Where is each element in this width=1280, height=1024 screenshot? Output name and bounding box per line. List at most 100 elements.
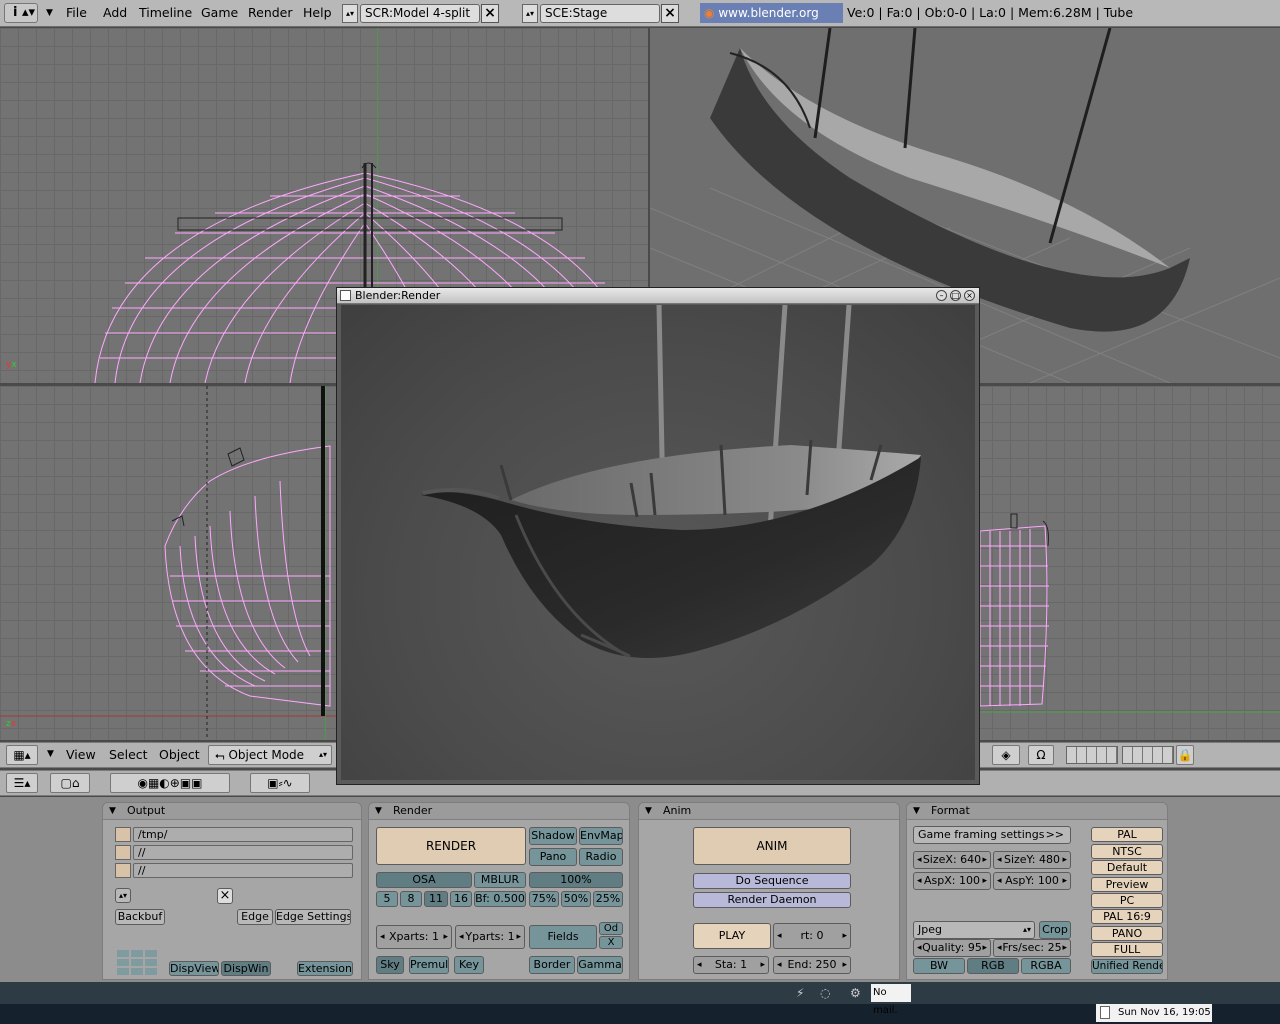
odd-field-toggle[interactable]: Od [599, 922, 623, 935]
clear-scene-link-icon[interactable]: × [217, 888, 233, 904]
extension-toggle[interactable]: Extension [297, 961, 353, 976]
preset-pal-169[interactable]: PAL 16:9 [1091, 909, 1163, 924]
edge-settings-button[interactable]: Edge Settings [275, 909, 351, 925]
rgba-toggle[interactable]: RGBA [1021, 958, 1071, 974]
size-100-toggle[interactable]: 100% [529, 872, 623, 888]
osa-8-toggle[interactable]: 8 [400, 891, 422, 907]
envmap-toggle[interactable]: EnvMap [579, 827, 623, 845]
key-toggle[interactable]: Key [454, 956, 484, 974]
quality-field[interactable]: Quality: 95 [913, 939, 991, 957]
rt-field[interactable]: rt: 0 [773, 923, 851, 949]
file-type-select[interactable]: Jpeg ▴▾ [913, 921, 1035, 939]
render-button[interactable]: RENDER [376, 827, 526, 865]
bw-toggle[interactable]: BW [913, 958, 965, 974]
scene-browse-icon[interactable]: ▴▾ [522, 4, 538, 23]
mblur-toggle[interactable]: MBLUR [474, 872, 526, 888]
menu-add[interactable]: Add [103, 3, 127, 23]
folder-icon-1[interactable] [115, 827, 131, 842]
edge-toggle[interactable]: Edge [237, 909, 273, 925]
dispview-toggle[interactable]: DispView [169, 961, 219, 976]
osa-5-toggle[interactable]: 5 [376, 891, 398, 907]
scene-link-menu[interactable]: ▴▾ [115, 888, 131, 903]
maximize-icon[interactable]: □ [950, 290, 961, 301]
fields-toggle[interactable]: Fields [529, 925, 597, 949]
aspy-field[interactable]: AspY: 100 [993, 872, 1071, 890]
do-sequence-toggle[interactable]: Do Sequence [693, 873, 851, 889]
preset-pano[interactable]: PANO [1091, 926, 1163, 941]
sizex-field[interactable]: SizeX: 640 [913, 851, 991, 869]
render-window[interactable]: Blender:Render – □ × [336, 287, 980, 785]
unified-render-toggle[interactable]: Unified Render [1091, 959, 1163, 974]
start-frame-field[interactable]: Sta: 1 [693, 956, 769, 974]
threads-grid-icon[interactable] [115, 948, 159, 976]
preset-pal[interactable]: PAL [1091, 827, 1163, 842]
proportional-edit-icon[interactable]: Ω [1028, 745, 1054, 765]
preset-pc[interactable]: PC [1091, 893, 1163, 908]
menu-select[interactable]: Select [109, 747, 148, 762]
info-window-type-icon[interactable]: i ▴▾ [4, 3, 38, 23]
menu-object[interactable]: Object [159, 747, 200, 762]
render-window-titlebar[interactable]: Blender:Render – □ × [337, 288, 979, 304]
anim-button[interactable]: ANIM [693, 827, 851, 865]
format-panel-title[interactable]: Format [907, 803, 1167, 820]
blender-site-link[interactable]: ◉ www.blender.org 230 [700, 3, 843, 40]
menu-help[interactable]: Help [303, 3, 332, 23]
osa-toggle[interactable]: OSA [376, 872, 472, 888]
backbuf-toggle[interactable]: Backbuf [115, 909, 165, 925]
mail-status[interactable]: No mail. [871, 984, 911, 1016]
tray-gear-icon[interactable]: ⚙ [850, 986, 861, 1000]
scene-context-icons[interactable]: ▣⸗∿ [250, 773, 310, 793]
osa-16-toggle[interactable]: 16 [450, 891, 472, 907]
screen-name-field[interactable]: SCR:Model 4-split [360, 4, 480, 23]
render-panel-title[interactable]: Render [369, 803, 629, 820]
layer-buttons-1[interactable] [1066, 746, 1118, 764]
border-toggle[interactable]: Border [529, 956, 575, 974]
screen-browse-icon[interactable]: ▴▾ [342, 4, 358, 23]
yparts-field[interactable]: Yparts: 1 [455, 925, 525, 949]
size-25-toggle[interactable]: 25% [593, 891, 623, 907]
menu-render[interactable]: Render [248, 3, 293, 23]
sky-toggle[interactable]: Sky [376, 956, 404, 974]
window-menu-icon[interactable] [340, 290, 351, 301]
tray-network-icon[interactable]: ⚡ [796, 986, 804, 1000]
backbuf-path-field[interactable]: // [133, 845, 353, 860]
play-button[interactable]: PLAY [693, 923, 771, 949]
scene-name-field[interactable]: SCE:Stage [540, 4, 660, 23]
output-path-field[interactable]: /tmp/ [133, 827, 353, 842]
osa-11-toggle[interactable]: 11 [424, 891, 448, 907]
editor-type-icon[interactable]: ▦▴ [6, 745, 38, 765]
end-frame-field[interactable]: End: 250 [773, 956, 851, 974]
field-x-toggle[interactable]: X [599, 936, 623, 949]
aspx-field[interactable]: AspX: 100 [913, 872, 991, 890]
pano-toggle[interactable]: Pano [529, 848, 577, 866]
close-icon[interactable]: × [964, 290, 975, 301]
fps-field[interactable]: Frs/sec: 25 [993, 939, 1071, 957]
rgb-toggle[interactable]: RGB [967, 958, 1019, 974]
ftype-path-field[interactable]: // [133, 863, 353, 878]
shading-context-icons[interactable]: ◉▦◐⊕▣▣ [110, 773, 230, 793]
gamma-toggle[interactable]: Gamma [577, 956, 623, 974]
game-framing-button[interactable]: Game framing settings >> [913, 826, 1071, 844]
delete-scene-icon[interactable]: × [661, 4, 679, 23]
preset-full[interactable]: FULL [1091, 942, 1163, 957]
dispwin-toggle[interactable]: DispWin [221, 961, 271, 976]
anim-panel-title[interactable]: Anim [639, 803, 899, 820]
shadow-toggle[interactable]: Shadow [529, 827, 577, 845]
layer-buttons-2[interactable] [1122, 746, 1174, 764]
minimize-icon[interactable]: – [936, 290, 947, 301]
radio-toggle[interactable]: Radio [579, 848, 623, 866]
render-daemon-toggle[interactable]: Render Daemon [693, 892, 851, 908]
size-50-toggle[interactable]: 50% [561, 891, 591, 907]
delete-screen-icon[interactable]: × [481, 4, 499, 23]
folder-icon-2[interactable] [115, 845, 131, 860]
size-75-toggle[interactable]: 75% [529, 891, 559, 907]
collapse-menu-icon[interactable]: ▼ [46, 8, 53, 18]
lock-layers-icon[interactable]: 🔒 [1176, 745, 1194, 765]
menu-file[interactable]: File [66, 3, 87, 23]
view-icon[interactable]: ▢⌂ [50, 773, 90, 793]
header-collapse-icon[interactable]: ▼ [47, 749, 54, 759]
buttons-editor-type-icon[interactable]: ☰▴ [6, 773, 38, 793]
crop-toggle[interactable]: Crop [1039, 921, 1071, 939]
sizey-field[interactable]: SizeY: 480 [993, 851, 1071, 869]
xparts-field[interactable]: Xparts: 1 [376, 925, 452, 949]
